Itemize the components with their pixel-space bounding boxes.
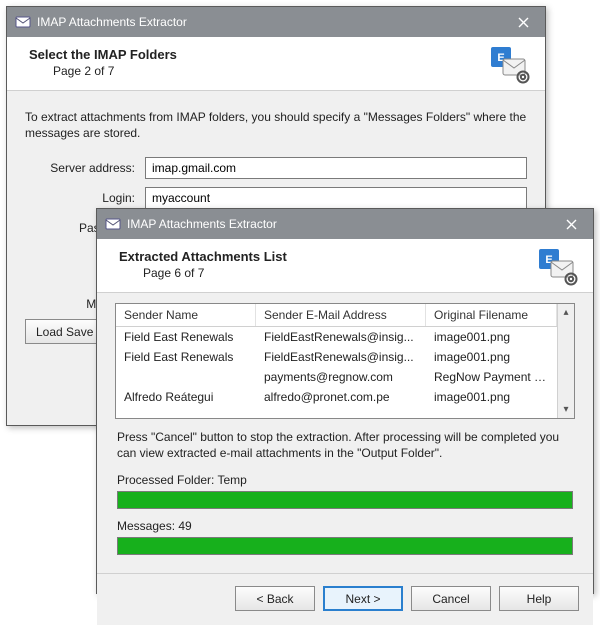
grid-scrollbar[interactable]: ▴ ▾ [557,304,574,418]
page-subtitle: Page 2 of 7 [53,64,531,78]
progress-messages [117,537,573,555]
titlebar[interactable]: IMAP Attachments Extractor [7,7,545,37]
window-title: IMAP Attachments Extractor [37,15,501,29]
table-row[interactable]: payments@regnow.com RegNow Payment Notif… [116,367,557,387]
cell-sender [116,367,256,387]
progress-messages-bar [118,538,572,554]
page-title: Select the IMAP Folders [29,47,531,62]
cell-file: image001.png [426,347,557,367]
close-button[interactable] [501,7,545,37]
cancel-button[interactable]: Cancel [411,586,491,611]
cell-sender: Alfredo Reátegui [116,387,256,407]
progress-folder-bar [118,492,572,508]
back-button[interactable]: < Back [235,586,315,611]
cell-sender: Field East Renewals [116,347,256,367]
cell-sender: Field East Renewals [116,327,256,347]
scroll-up-icon[interactable]: ▴ [558,304,574,321]
close-button[interactable] [549,209,593,239]
page-subtitle: Page 6 of 7 [143,266,579,280]
messages-label: Messages: 49 [117,519,573,533]
wizard-header: Extracted Attachments List Page 6 of 7 E [97,239,593,293]
exchange-mail-icon: E [489,45,531,85]
next-button[interactable]: Next > [323,586,403,611]
app-icon [105,216,121,232]
hint-text: Press "Cancel" button to stop the extrac… [117,429,573,461]
close-icon [518,17,529,28]
table-row[interactable]: Field East Renewals FieldEastRenewals@in… [116,347,557,367]
row-server: Server address: [25,157,527,179]
cell-email: FieldEastRenewals@insig... [256,327,426,347]
titlebar[interactable]: IMAP Attachments Extractor [97,209,593,239]
label-server: Server address: [25,161,145,175]
cell-email: FieldEastRenewals@insig... [256,347,426,367]
table-row[interactable]: Field East Renewals FieldEastRenewals@in… [116,327,557,347]
label-login: Login: [25,191,145,205]
wizard-footer: < Back Next > Cancel Help [97,573,593,625]
cell-file: image001.png [426,387,557,407]
col-sender-name[interactable]: Sender Name [116,304,256,326]
app-icon [15,14,31,30]
cell-email: alfredo@pronet.com.pe [256,387,426,407]
cell-file: image001.png [426,327,557,347]
wizard-header: Select the IMAP Folders Page 2 of 7 E [7,37,545,91]
cell-email: payments@regnow.com [256,367,426,387]
intro-text: To extract attachments from IMAP folders… [25,109,527,141]
attachments-grid[interactable]: Sender Name Sender E-Mail Address Origin… [115,303,575,419]
progress-folder [117,491,573,509]
row-login: Login: [25,187,527,209]
wizard-window-front: IMAP Attachments Extractor Extracted Att… [96,208,594,594]
wizard-body: Sender Name Sender E-Mail Address Origin… [97,293,593,573]
close-icon [566,219,577,230]
scroll-down-icon[interactable]: ▾ [558,401,574,418]
table-row[interactable]: Alfredo Reátegui alfredo@pronet.com.pe i… [116,387,557,407]
cell-file: RegNow Payment Notific... [426,367,557,387]
login-input[interactable] [145,187,527,209]
grid-header: Sender Name Sender E-Mail Address Origin… [116,304,557,327]
help-button[interactable]: Help [499,586,579,611]
col-filename[interactable]: Original Filename [426,304,557,326]
server-input[interactable] [145,157,527,179]
exchange-mail-icon: E [537,247,579,287]
processed-folder-label: Processed Folder: Temp [117,473,573,487]
grid-viewport: Sender Name Sender E-Mail Address Origin… [116,304,557,418]
page-title: Extracted Attachments List [119,249,579,264]
load-saved-button[interactable]: Load Save [25,319,104,344]
col-sender-email[interactable]: Sender E-Mail Address [256,304,426,326]
window-title: IMAP Attachments Extractor [127,217,549,231]
